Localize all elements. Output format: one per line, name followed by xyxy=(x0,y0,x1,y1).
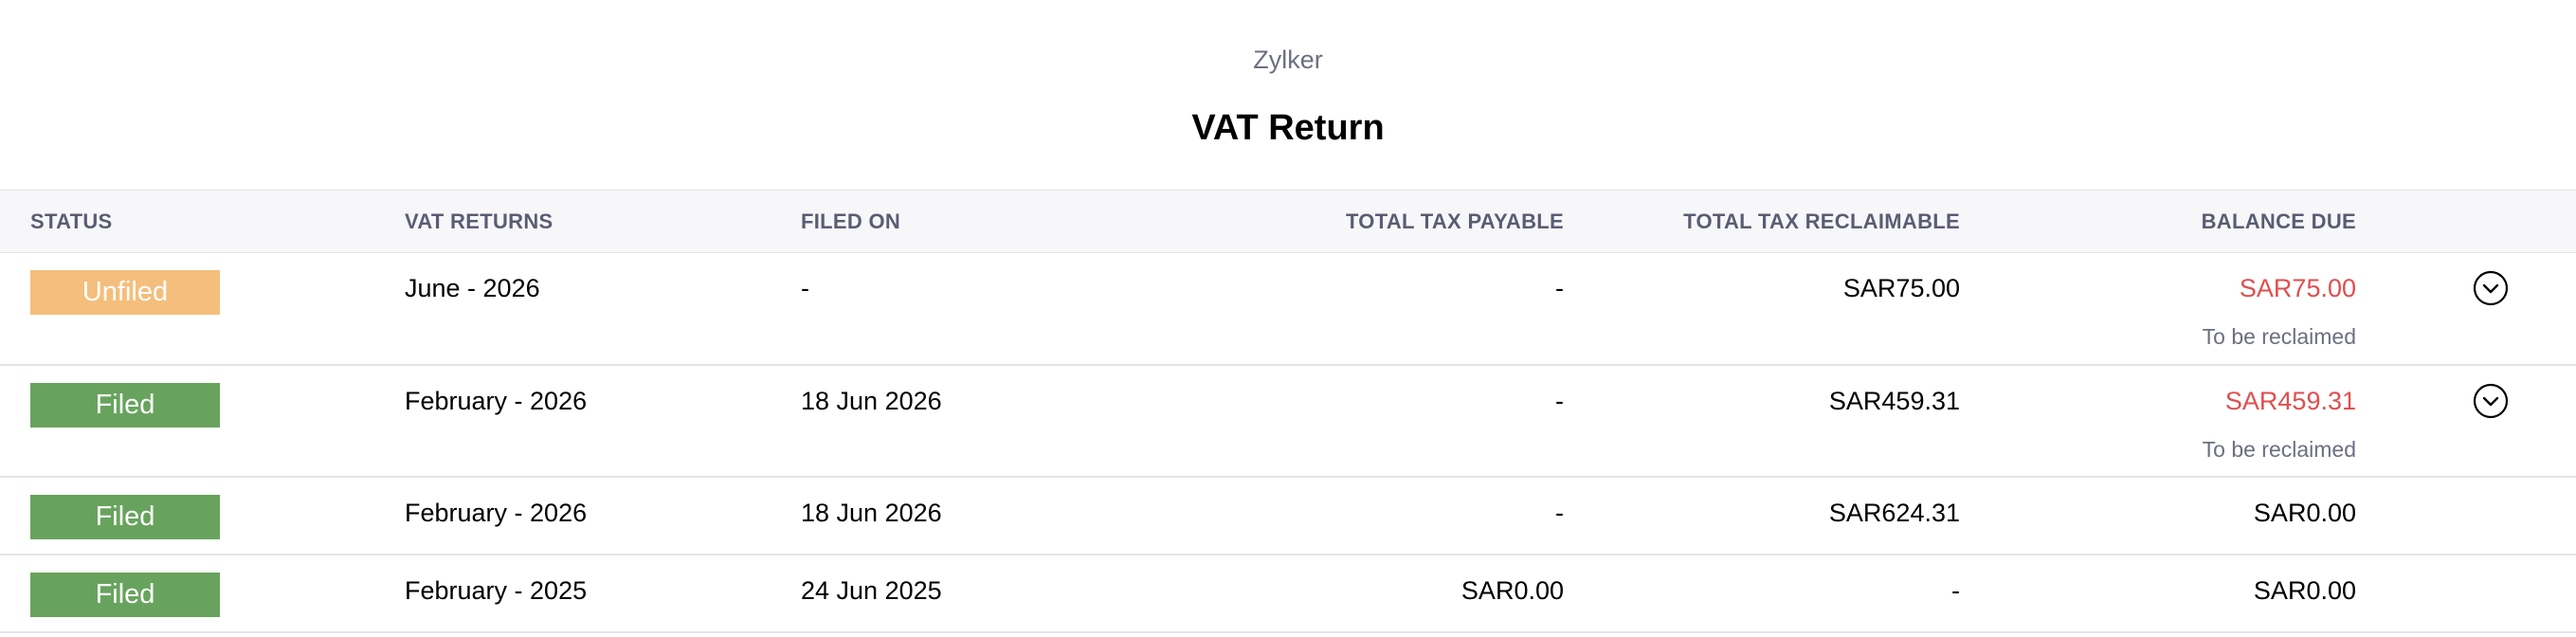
vat-return-period[interactable]: February - 2025 xyxy=(405,554,801,633)
organization-name: Zylker xyxy=(1253,46,1323,74)
table-row[interactable]: Unfiled June - 2026 - - SAR75.00 SAR75.0… xyxy=(0,252,2576,366)
filed-on-date: 18 Jun 2026 xyxy=(801,364,1199,478)
chevron-down-circle-icon[interactable] xyxy=(2473,383,2509,419)
balance-note: To be reclaimed xyxy=(2202,436,2356,462)
filed-on-date: - xyxy=(801,252,1199,366)
chevron-down-circle-icon[interactable] xyxy=(2473,270,2509,306)
status-badge: Filed xyxy=(30,382,220,428)
table-row[interactable]: Filed February - 2026 18 Jun 2026 - SAR4… xyxy=(0,364,2576,478)
filed-on-date: 18 Jun 2026 xyxy=(801,476,1199,555)
total-tax-payable: - xyxy=(1199,364,1564,478)
column-header-total-tax-payable[interactable]: TOTAL TAX PAYABLE xyxy=(1199,190,1564,253)
balance-due-amount: SAR0.00 xyxy=(2253,575,2356,605)
table-header-row: STATUS VAT RETURNS FILED ON TOTAL TAX PA… xyxy=(0,190,2576,253)
status-badge: Filed xyxy=(30,572,220,617)
column-header-vat-returns[interactable]: VAT RETURNS xyxy=(405,190,801,253)
column-header-actions xyxy=(2356,190,2576,253)
column-header-filed-on[interactable]: FILED ON xyxy=(801,190,1199,253)
table-row[interactable]: Filed February - 2025 24 Jun 2025 SAR0.0… xyxy=(0,554,2576,633)
balance-note: To be reclaimed xyxy=(2202,324,2356,349)
balance-due-amount: SAR459.31 xyxy=(2224,386,2356,415)
vat-return-report: Zylker VAT Return STATUS VAT RETURNS FIL… xyxy=(0,0,2576,637)
total-tax-payable: - xyxy=(1199,476,1564,555)
column-header-total-tax-reclaimable[interactable]: TOTAL TAX RECLAIMABLE xyxy=(1564,190,1960,253)
vat-return-period[interactable]: February - 2026 xyxy=(405,364,801,478)
column-header-balance-due[interactable]: BALANCE DUE xyxy=(1960,190,2356,253)
report-title: VAT Return xyxy=(1191,108,1385,148)
balance-due-amount: SAR75.00 xyxy=(2239,274,2356,302)
total-tax-reclaimable: SAR459.31 xyxy=(1564,364,1960,478)
total-tax-payable: - xyxy=(1199,252,1564,366)
table-row[interactable]: Filed February - 2026 18 Jun 2026 - SAR6… xyxy=(0,476,2576,555)
vat-return-period[interactable]: February - 2026 xyxy=(405,476,801,555)
status-badge: Unfiled xyxy=(30,270,220,315)
balance-due-amount: SAR0.00 xyxy=(2253,498,2356,527)
column-header-status[interactable]: STATUS xyxy=(0,190,405,253)
vat-return-period[interactable]: June - 2026 xyxy=(405,252,801,366)
total-tax-reclaimable: SAR75.00 xyxy=(1564,252,1960,366)
status-badge: Filed xyxy=(30,494,220,539)
vat-returns-table: STATUS VAT RETURNS FILED ON TOTAL TAX PA… xyxy=(0,190,2576,633)
filed-on-date: 24 Jun 2025 xyxy=(801,554,1199,633)
total-tax-reclaimable: - xyxy=(1564,554,1960,633)
total-tax-reclaimable: SAR624.31 xyxy=(1564,476,1960,555)
report-header: Zylker VAT Return xyxy=(0,0,2576,190)
total-tax-payable: SAR0.00 xyxy=(1199,554,1564,633)
